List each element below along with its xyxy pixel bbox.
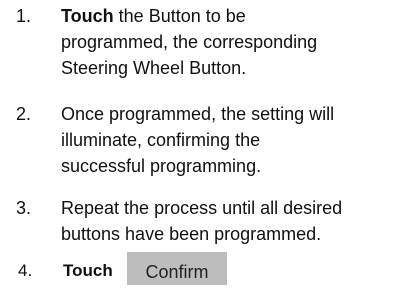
step-number: 2. [16,104,32,124]
step-number: 3. [16,198,32,218]
confirm-button[interactable]: Confirm [127,252,227,285]
step-line: Touch the Button to be [61,3,403,29]
step-text: Repeat the process until all desired but… [61,195,403,247]
step-line: Once programmed, the setting will [61,104,335,124]
step-bold-lead: Touch [61,6,114,26]
step-number: 4. [18,261,33,280]
step-line: programmed, the corresponding [61,32,318,52]
step-text: Touch the Button to be programmed, the c… [61,3,403,81]
step-line: Repeat the process until all desired [61,198,343,218]
step-text: Once programmed, the setting will illumi… [61,101,403,179]
step-number: 1. [16,6,32,26]
step-line: Steering Wheel Button. [61,58,247,78]
step-line: successful programming. [61,156,262,176]
step-line: illuminate, confirming the [61,130,261,150]
instruction-list: 1. Touch the Button to be programmed, th… [0,0,407,285]
step-line-text: the Button to be [118,6,246,26]
step-line: buttons have been programmed. [61,224,322,244]
step-bold-lead: Touch [63,261,113,280]
